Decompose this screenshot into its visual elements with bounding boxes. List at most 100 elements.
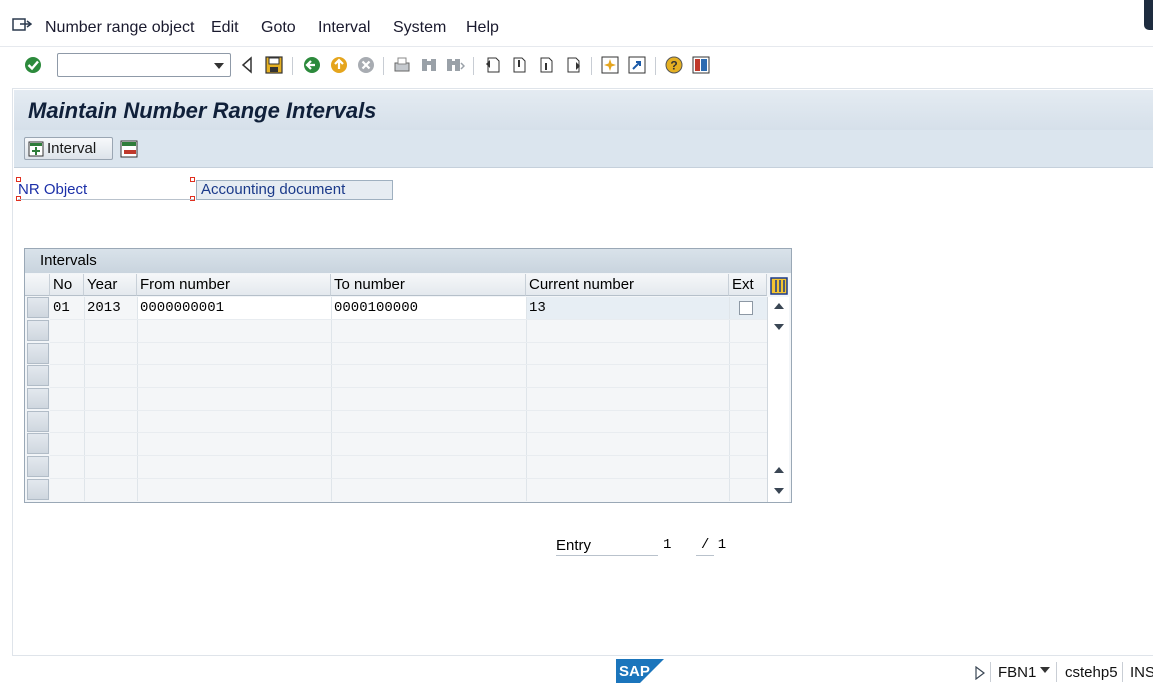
window-corner (1144, 0, 1153, 30)
transaction-code: FBN1 (998, 664, 1037, 681)
status-divider (1122, 662, 1123, 682)
previous-page-icon[interactable] (509, 55, 529, 75)
command-field[interactable] (57, 53, 231, 77)
column-header-ext[interactable]: Ext (729, 274, 767, 296)
title-bar: Maintain Number Range Intervals (14, 90, 1153, 130)
cell-to-number[interactable]: 0000100000 (331, 297, 526, 319)
help-icon[interactable]: ? (664, 55, 684, 75)
page-title: Maintain Number Range Intervals (28, 98, 377, 123)
status-divider (990, 662, 991, 682)
cell-no: 01 (53, 300, 70, 316)
layout-icon[interactable] (691, 55, 711, 75)
column-header-current-number[interactable]: Current number (526, 274, 729, 296)
grid-line (50, 319, 788, 320)
menu-system[interactable]: System (393, 19, 446, 37)
page-down-icon[interactable] (774, 488, 784, 494)
grid-line (84, 297, 85, 501)
vertical-scrollbar[interactable] (767, 297, 789, 502)
transaction-dropdown-icon[interactable] (1040, 667, 1050, 673)
label-underline (696, 555, 714, 556)
intervals-table: Intervals No Year From number To number … (24, 248, 792, 503)
chevron-down-icon[interactable] (214, 63, 224, 69)
status-expand-icon[interactable] (975, 666, 985, 680)
add-interval-button[interactable]: Interval (24, 137, 113, 160)
standard-toolbar: ? (0, 46, 1153, 84)
row-selector[interactable] (27, 297, 49, 318)
intervals-heading: Intervals (25, 249, 791, 273)
insert-interval-icon (28, 141, 44, 156)
cell-from-number[interactable]: 0000000001 (137, 297, 331, 319)
grid-line (50, 364, 788, 365)
find-next-icon[interactable] (445, 55, 465, 75)
command-input[interactable] (62, 55, 212, 75)
column-header-to-number[interactable]: To number (331, 274, 526, 296)
last-page-icon[interactable] (563, 55, 583, 75)
entry-current: 1 (663, 537, 672, 553)
toolbar-divider (473, 57, 474, 75)
shortcut-icon[interactable] (627, 55, 647, 75)
entry-label: Entry (556, 537, 592, 554)
row-selector[interactable] (27, 456, 49, 477)
grid-line (137, 297, 138, 501)
delete-interval-icon[interactable] (120, 140, 138, 158)
back-nav-icon[interactable] (302, 55, 322, 75)
page-up-icon[interactable] (774, 467, 784, 473)
toolbar-divider (655, 57, 656, 75)
row-selector[interactable] (27, 388, 49, 409)
back-icon[interactable] (238, 55, 258, 75)
menu-edit[interactable]: Edit (211, 19, 239, 37)
next-page-icon[interactable] (536, 55, 556, 75)
column-header-from-number[interactable]: From number (137, 274, 331, 296)
toolbar-divider (591, 57, 592, 75)
menu-number-range-object[interactable]: Number range object (45, 19, 194, 37)
entry-total: / 1 (701, 537, 727, 553)
menu-goto[interactable]: Goto (261, 19, 296, 37)
row-selector[interactable] (27, 320, 49, 341)
toolbar-divider (292, 57, 293, 75)
find-icon[interactable] (419, 55, 439, 75)
cell-year: 2013 (87, 300, 121, 316)
svg-text:SAP: SAP (619, 663, 650, 680)
add-interval-label: Interval (47, 140, 97, 157)
sap-logo: SAP (616, 659, 664, 683)
menu-exit-icon[interactable] (12, 16, 32, 34)
cell-current-number[interactable]: 13 (526, 297, 729, 319)
label-underline (18, 199, 194, 200)
grid-line (50, 455, 788, 456)
new-session-icon[interactable] (600, 55, 620, 75)
enter-icon[interactable] (23, 55, 43, 75)
toolbar-divider (383, 57, 384, 75)
insert-mode: INS (1130, 664, 1153, 681)
server-name: cstehp5 (1065, 664, 1118, 681)
grid-line (50, 387, 788, 388)
save-icon[interactable] (264, 55, 284, 75)
application-toolbar: Interval (14, 130, 1153, 168)
label-underline (556, 555, 658, 556)
cancel-icon[interactable] (356, 55, 376, 75)
grid-line (526, 297, 527, 501)
scroll-up-icon[interactable] (774, 303, 784, 309)
column-header-year[interactable]: Year (84, 274, 137, 296)
column-header-no[interactable]: No (50, 274, 84, 296)
menu-bar: Number range object Edit Goto Interval S… (0, 0, 1153, 46)
table-settings-icon[interactable] (770, 277, 788, 295)
ext-checkbox[interactable] (739, 301, 753, 315)
exit-icon[interactable] (329, 55, 349, 75)
select-all-header[interactable] (25, 274, 50, 296)
menu-interval[interactable]: Interval (318, 19, 370, 37)
row-selector[interactable] (27, 433, 49, 454)
menu-help[interactable]: Help (466, 19, 499, 37)
scroll-down-icon[interactable] (774, 324, 784, 330)
row-selector[interactable] (27, 343, 49, 364)
row-selector[interactable] (27, 411, 49, 432)
first-page-icon[interactable] (483, 55, 503, 75)
status-divider (1056, 662, 1057, 682)
grid-line (50, 478, 788, 479)
row-selector[interactable] (27, 365, 49, 386)
table-body (50, 297, 767, 502)
nr-object-field: Accounting document (196, 180, 393, 200)
print-icon[interactable] (392, 55, 412, 75)
grid-line (331, 297, 332, 501)
row-selector[interactable] (27, 479, 49, 500)
grid-line (50, 342, 788, 343)
